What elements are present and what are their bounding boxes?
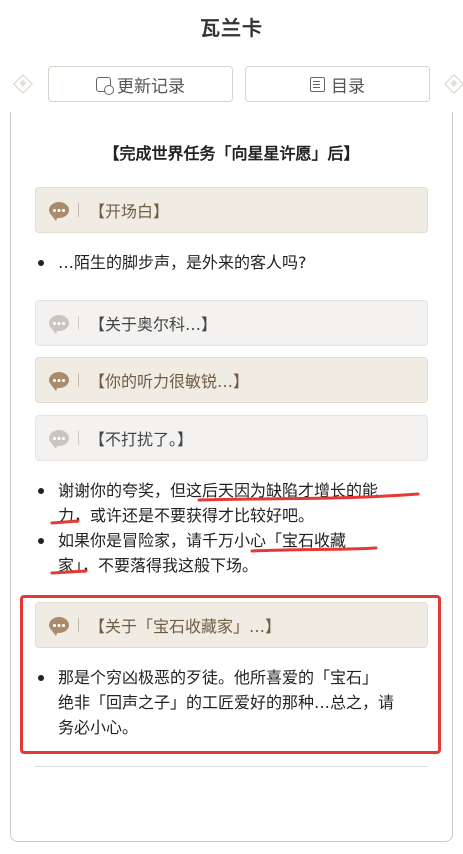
dialogue-option-label: 【你的听力很敏锐…】 [89,372,250,391]
separator [78,203,79,217]
reply-line: 如果你是冒险家，请千万小心「宝石收藏 [58,531,347,550]
speech-bubble-icon [49,315,69,334]
dialogue-option-hearing[interactable]: 【你的听力很敏锐…】 [35,357,428,403]
changelog-label: 更新记录 [117,76,185,97]
diamond-ornament-icon [444,74,463,94]
reply-line: 绝非「回声之子」的工匠爱好的那种…总之，请 [58,693,395,712]
divider [35,766,428,767]
separator [78,618,79,632]
speech-bubble-icon [49,202,69,221]
page-title: 瓦兰卡 [200,16,263,40]
changelog-button[interactable]: 更新记录 [48,66,233,102]
dialogue-reply: 谢谢你的夸奖，但这后天因为缺陷才增长的能 力，或许还是不要获得才比较好吧。 [37,478,379,528]
speech-bubble-icon [49,372,69,391]
reply-line: 谢谢你的夸奖，但这后天因为缺陷才增长的能 [58,481,379,500]
toc-label: 目录 [331,76,365,97]
dialogue-option-label: 【不打扰了。】 [89,430,194,449]
separator [78,373,79,387]
dialogue-option-opener[interactable]: 【开场白】 [35,187,428,233]
diamond-ornament-icon [13,74,33,94]
dialogue-option-label: 【关于奥尔科…】 [89,315,218,334]
dialogue-option-label: 【开场白】 [89,202,170,221]
reply-line: 那是个穷凶极恶的歹徒。他所喜爱的「宝石」 [58,668,379,687]
separator [78,431,79,445]
dialogue-reply: 如果你是冒险家，请千万小心「宝石收藏 家」，不要落得我这般下场。 [37,528,347,578]
reply-line: 力，或许还是不要获得才比较好吧。 [58,506,315,525]
changelog-icon [96,76,114,95]
dialogue-option-orcor[interactable]: 【关于奥尔科…】 [35,300,428,346]
dialogue-line: …陌生的脚步声，是外来的客人吗? [38,250,307,275]
dialogue-option-gem-collector[interactable]: 【关于「宝石收藏家」…】 [35,602,428,648]
document-icon [310,76,325,92]
reply-line: 家」，不要落得我这般下场。 [58,556,259,575]
dialogue-option-leave[interactable]: 【不打扰了。】 [35,415,428,461]
speech-bubble-icon [49,430,69,449]
dialogue-reply: 那是个穷凶极恶的歹徒。他所喜爱的「宝石」 绝非「回声之子」的工匠爱好的那种…总之… [37,665,395,740]
separator [78,316,79,330]
speech-bubble-icon [49,617,69,636]
tab-bar: 更新记录 目录 [0,66,463,102]
reply-line: 务必小心。 [58,718,139,737]
dialogue-option-label: 【关于「宝石收藏家」…】 [89,617,282,636]
toc-button[interactable]: 目录 [245,66,430,102]
section-heading: 【完成世界任务「向星星许愿」后】 [103,144,360,163]
